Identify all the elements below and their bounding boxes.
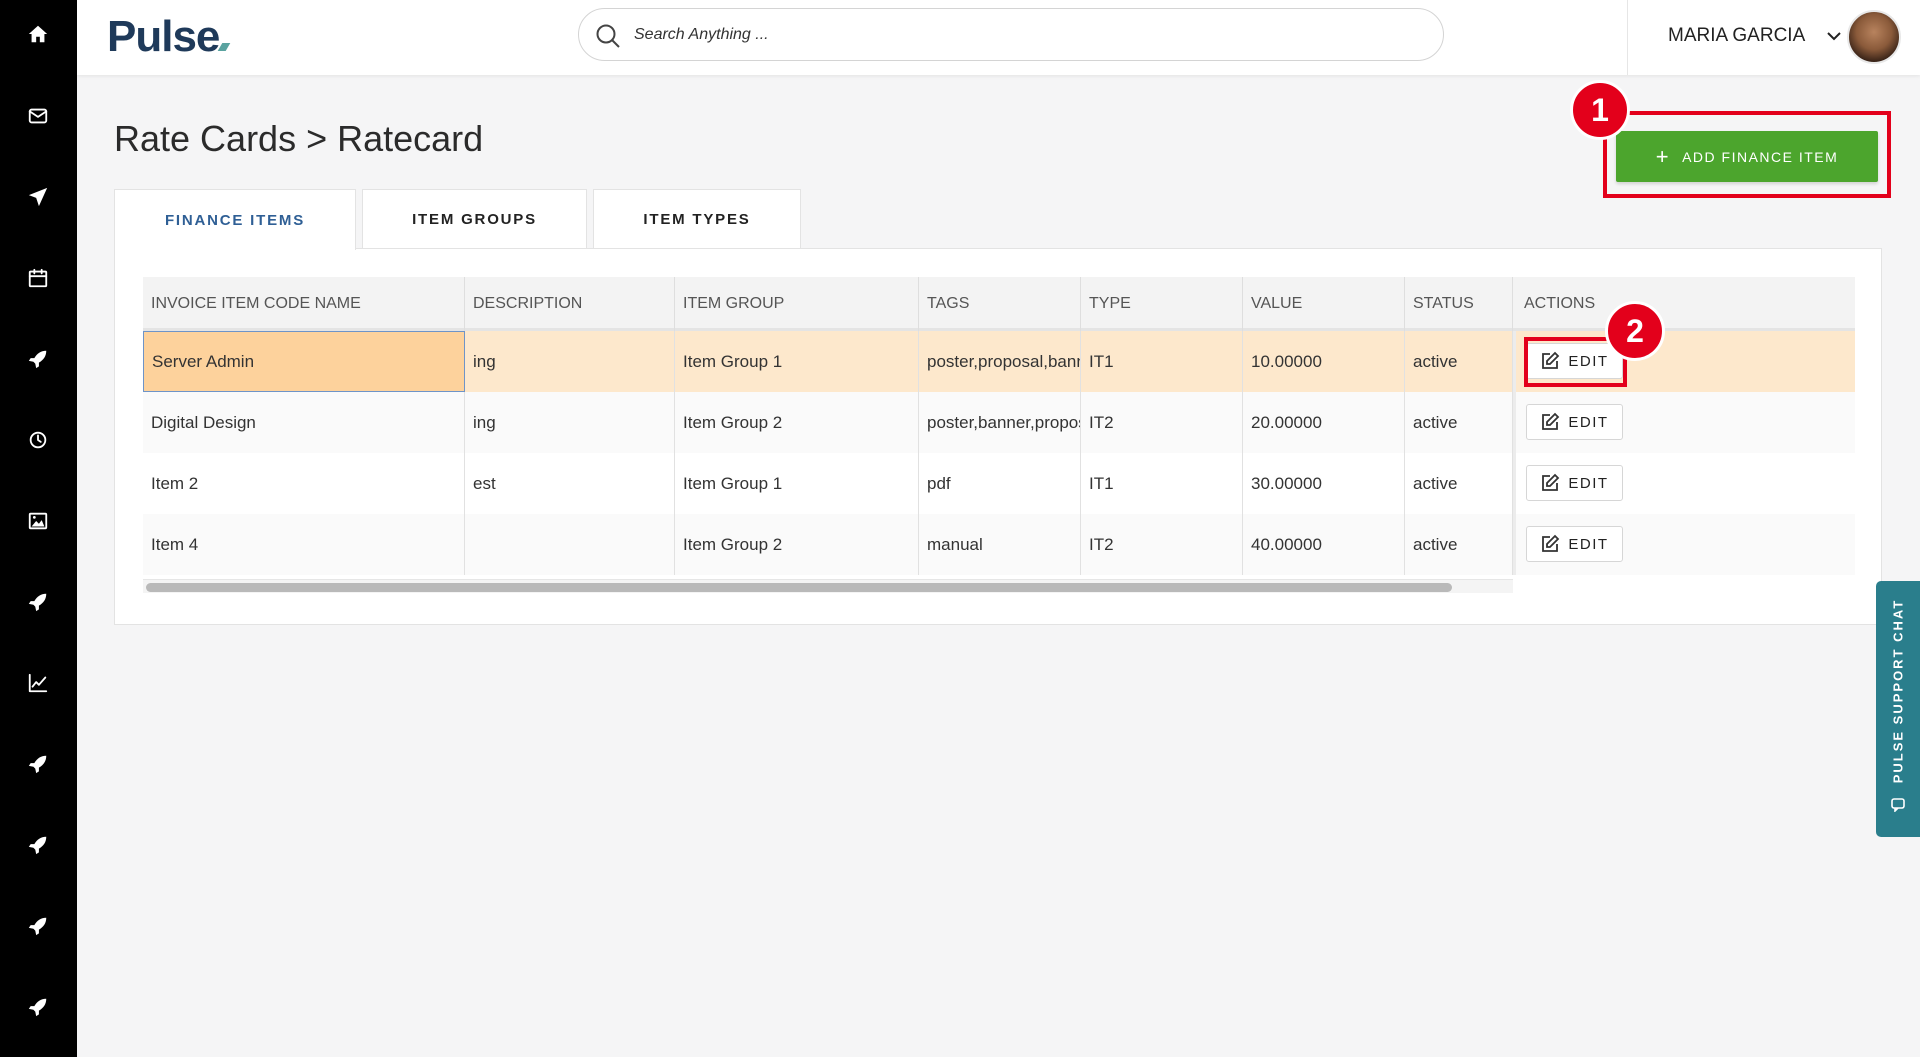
table-row[interactable]: Item 4 Item Group 2 manual IT2 40.00000 …: [143, 514, 1855, 575]
search-input[interactable]: [634, 19, 1414, 51]
column-header-name[interactable]: INVOICE ITEM CODE NAME: [143, 277, 465, 331]
rocket-icon[interactable]: [22, 586, 54, 618]
edit-icon: [1542, 473, 1560, 491]
scrollbar-thumb[interactable]: [146, 583, 1452, 592]
cell-item-group: Item Group 1: [675, 453, 919, 514]
cell-tags: poster,banner,proposal: [919, 392, 1081, 453]
edit-button[interactable]: EDIT: [1526, 526, 1623, 562]
column-header-item-group[interactable]: ITEM GROUP: [675, 277, 919, 331]
cell-value: 40.00000: [1243, 514, 1405, 575]
rocket-icon[interactable]: [22, 748, 54, 780]
top-bar: Pulse MARIA GARCIA: [77, 0, 1920, 75]
support-chat-label: PULSE SUPPORT CHAT: [1890, 598, 1906, 784]
column-header-description[interactable]: DESCRIPTION: [465, 277, 675, 331]
edit-label: EDIT: [1568, 413, 1609, 431]
actions-column-divider: [1513, 331, 1516, 575]
cell-tags: poster,proposal,banner: [919, 331, 1081, 392]
sidebar: [0, 0, 77, 1057]
cell-description: ing: [465, 331, 675, 392]
cell-description: est: [465, 453, 675, 514]
cell-type: IT2: [1081, 392, 1243, 453]
cell-name[interactable]: Item 2: [143, 453, 465, 514]
column-header-status[interactable]: STATUS: [1405, 277, 1513, 331]
cell-description: [465, 514, 675, 575]
cell-name[interactable]: Item 4: [143, 514, 465, 575]
cell-tags: manual: [919, 514, 1081, 575]
table-row[interactable]: Item 2 est Item Group 1 pdf IT1 30.00000…: [143, 453, 1855, 514]
column-header-type[interactable]: TYPE: [1081, 277, 1243, 331]
cell-status: active: [1405, 392, 1513, 453]
rocket-icon[interactable]: [22, 343, 54, 375]
search-icon: [594, 22, 622, 50]
pulse-logo[interactable]: Pulse: [107, 12, 231, 62]
cell-status: active: [1405, 514, 1513, 575]
tab-finance-items[interactable]: FINANCE ITEMS: [114, 189, 356, 250]
horizontal-scrollbar[interactable]: [143, 579, 1513, 593]
cell-value: 20.00000: [1243, 392, 1405, 453]
edit-label: EDIT: [1568, 474, 1609, 492]
cell-status: active: [1405, 331, 1513, 392]
send-icon[interactable]: [22, 181, 54, 213]
cell-name[interactable]: Server Admin: [143, 331, 465, 392]
rocket-icon[interactable]: [22, 829, 54, 861]
chevron-down-icon[interactable]: [1826, 29, 1842, 41]
rocket-icon[interactable]: [22, 910, 54, 942]
cell-description: ing: [465, 392, 675, 453]
cell-value: 10.00000: [1243, 331, 1405, 392]
annotation-badge-2: 2: [1605, 301, 1665, 361]
cell-name[interactable]: Digital Design: [143, 392, 465, 453]
cell-item-group: Item Group 2: [675, 514, 919, 575]
cell-tags: pdf: [919, 453, 1081, 514]
calendar-icon[interactable]: [22, 262, 54, 294]
page-title: Rate Cards > Ratecard: [114, 118, 484, 159]
cell-item-group: Item Group 2: [675, 392, 919, 453]
edit-icon: [1542, 534, 1560, 552]
edit-button[interactable]: EDIT: [1526, 465, 1623, 501]
image-icon[interactable]: [22, 505, 54, 537]
edit-button[interactable]: EDIT: [1526, 404, 1623, 440]
search-bar[interactable]: [578, 8, 1444, 61]
home-icon[interactable]: [22, 18, 54, 50]
user-menu[interactable]: MARIA GARCIA: [1668, 25, 1805, 47]
column-header-actions: ACTIONS: [1524, 295, 1596, 312]
annotation-badge-1: 1: [1570, 80, 1630, 140]
cell-item-group: Item Group 1: [675, 331, 919, 392]
edit-label: EDIT: [1568, 535, 1609, 553]
column-header-value[interactable]: VALUE: [1243, 277, 1405, 331]
table-header: INVOICE ITEM CODE NAME DESCRIPTION ITEM …: [143, 277, 1855, 331]
cell-type: IT1: [1081, 453, 1243, 514]
support-chat-tab[interactable]: PULSE SUPPORT CHAT: [1876, 581, 1920, 837]
tab-item-types[interactable]: ITEM TYPES: [593, 189, 801, 249]
tab-item-groups[interactable]: ITEM GROUPS: [362, 189, 587, 249]
annotation-highlight-add-button: [1603, 111, 1891, 198]
cell-type: IT1: [1081, 331, 1243, 392]
edit-icon: [1542, 412, 1560, 430]
divider: [1627, 0, 1628, 75]
column-header-tags[interactable]: TAGS: [919, 277, 1081, 331]
chat-icon: [1890, 796, 1906, 813]
table-row[interactable]: Digital Design ing Item Group 2 poster,b…: [143, 392, 1855, 453]
clock-icon[interactable]: [22, 424, 54, 456]
rocket-icon[interactable]: [22, 991, 54, 1023]
chart-icon[interactable]: [22, 667, 54, 699]
cell-type: IT2: [1081, 514, 1243, 575]
cell-status: active: [1405, 453, 1513, 514]
cell-value: 30.00000: [1243, 453, 1405, 514]
avatar[interactable]: [1847, 10, 1901, 64]
mail-icon[interactable]: [22, 100, 54, 132]
